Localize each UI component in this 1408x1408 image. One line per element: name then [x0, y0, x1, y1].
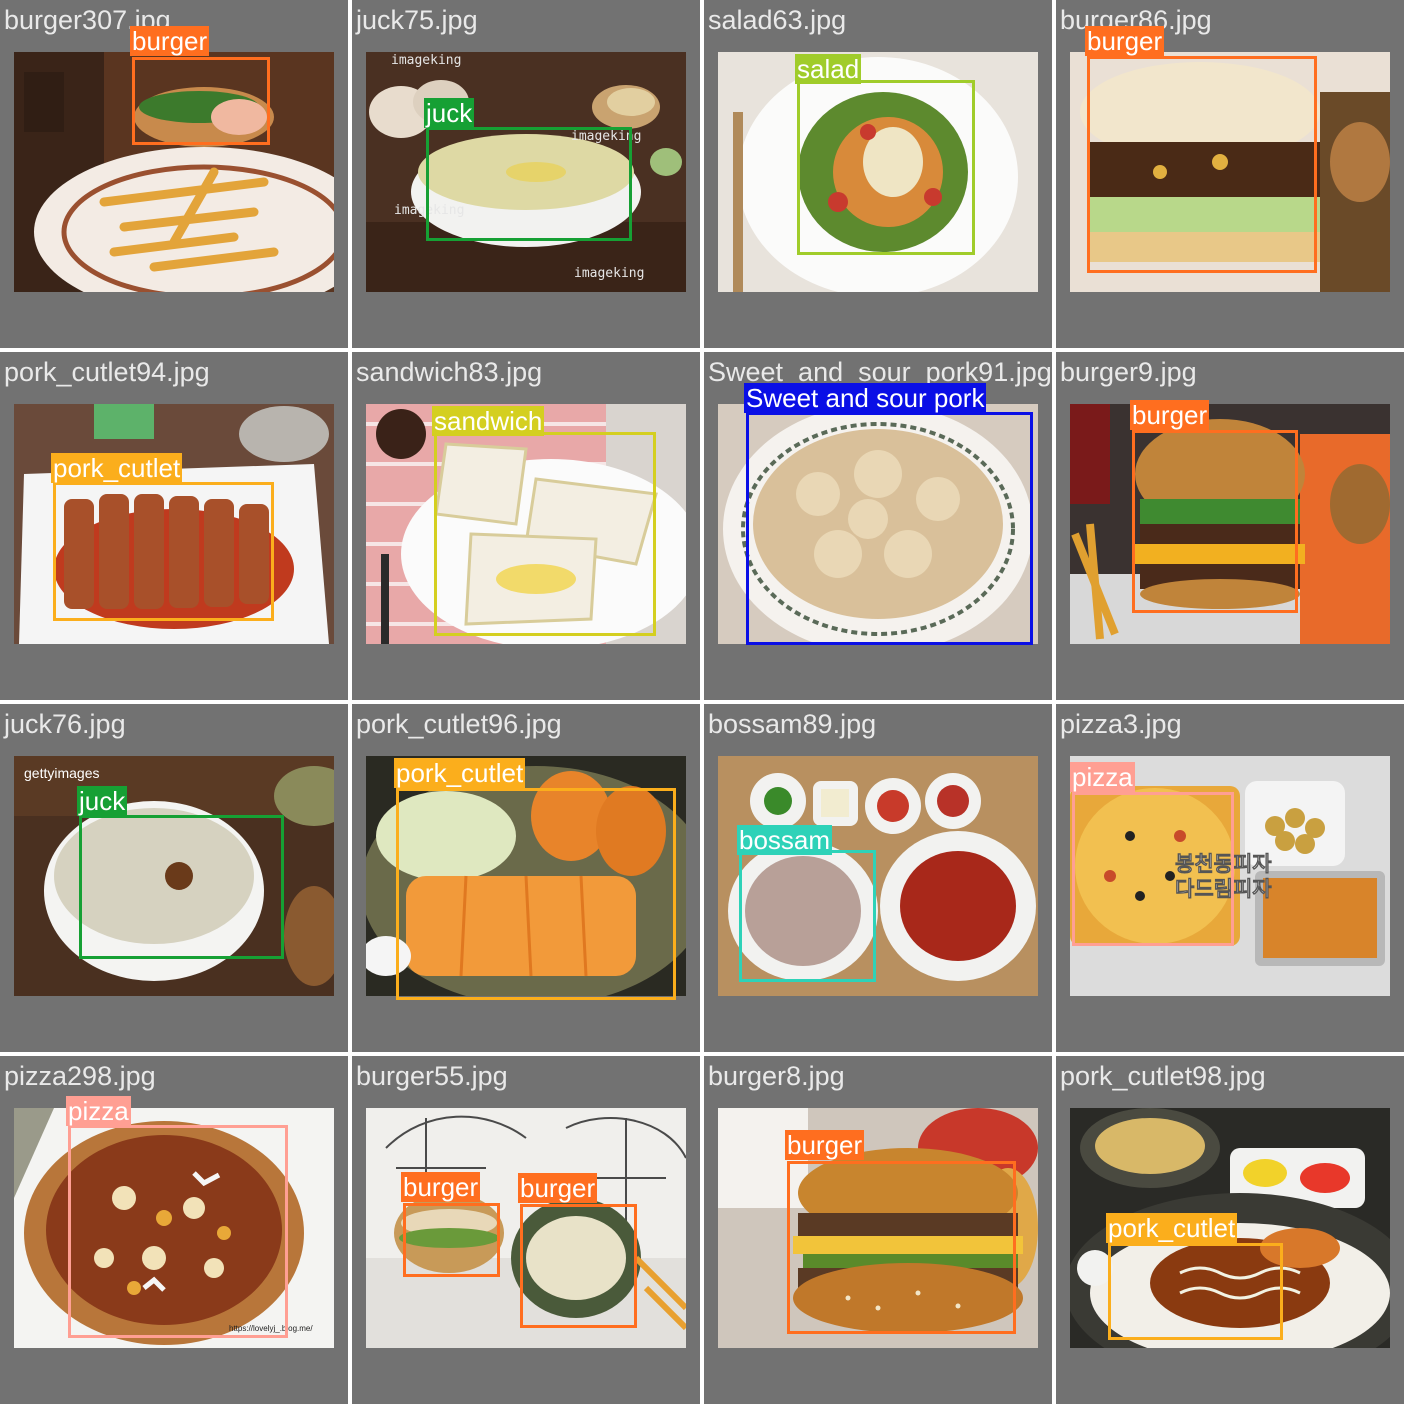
image-filename: burger55.jpg: [356, 1061, 508, 1091]
detection-box: [739, 850, 876, 982]
class-label: burger: [1085, 26, 1165, 56]
class-label: Sweet and sour pork: [744, 383, 987, 413]
grid-tile: bossam89.jpg bossam: [704, 704, 1052, 1052]
class-label: bossam: [737, 825, 833, 855]
detection-box: [1108, 1243, 1283, 1340]
detection-box: [520, 1204, 637, 1328]
image-filename: pizza298.jpg: [4, 1061, 156, 1091]
class-label: burger: [130, 26, 210, 56]
grid-tile: burger86.jpg burger: [1056, 0, 1404, 348]
grid-tile: juck76.jpg gettyimages juck: [0, 704, 348, 1052]
image-filename: pizza3.jpg: [1060, 709, 1182, 739]
image-filename: juck76.jpg: [4, 709, 126, 739]
grid-tile: salad63.jpg salad: [704, 0, 1052, 348]
image-filename: burger9.jpg: [1060, 357, 1197, 387]
detection-box: [53, 482, 274, 621]
image-filename: bossam89.jpg: [708, 709, 877, 739]
detection-box: [403, 1203, 500, 1277]
detection-box: [797, 80, 975, 255]
grid-tile: burger55.jpg burger burger: [352, 1056, 700, 1404]
class-label: burger: [785, 1130, 865, 1160]
grid-tile: juck75.jpg imageking imageking imageking…: [352, 0, 700, 348]
image-filename: burger8.jpg: [708, 1061, 845, 1091]
class-label: pizza: [66, 1096, 131, 1126]
grid-tile: burger9.jpg burger: [1056, 352, 1404, 700]
detection-box: [132, 57, 270, 145]
detection-box: [1072, 792, 1234, 946]
class-label: salad: [795, 54, 862, 84]
grid-tile: pork_cutlet96.jpg pork_cutlet: [352, 704, 700, 1052]
detection-box: [79, 815, 284, 959]
image-filename: pork_cutlet98.jpg: [1060, 1061, 1266, 1091]
grid-tile: Sweet_and_sour_pork91.jpg Sweet and sour…: [704, 352, 1052, 700]
grid-tile: burger8.jpg burger: [704, 1056, 1052, 1404]
grid-tile: sandwich83.jpg sandwich: [352, 352, 700, 700]
image-filename: juck75.jpg: [356, 5, 478, 35]
class-label: burger: [518, 1173, 598, 1203]
grid-tile: pork_cutlet94.jpg pork_cutlet: [0, 352, 348, 700]
class-label: burger: [1130, 400, 1210, 430]
grid-tile: burger307.jpg burger: [0, 0, 348, 348]
detection-box: [396, 788, 676, 1000]
grid-tile: pizza298.jpg https://lovelyj_.blog.me/ p…: [0, 1056, 348, 1404]
watermark-text: gettyimages: [24, 765, 99, 781]
class-label: pork_cutlet: [1106, 1213, 1238, 1243]
detection-box: [1132, 430, 1298, 613]
class-label: juck: [77, 786, 128, 816]
detection-box: [68, 1125, 288, 1338]
image-filename: pork_cutlet94.jpg: [4, 357, 210, 387]
image-filename: pork_cutlet96.jpg: [356, 709, 562, 739]
watermark-text: imageking: [574, 266, 644, 281]
grid-tile: pork_cutlet98.jpg pork_cutlet: [1056, 1056, 1404, 1404]
detection-box: [426, 127, 632, 241]
detection-box: [434, 432, 656, 636]
class-label: pork_cutlet: [51, 453, 183, 483]
detection-box: [746, 412, 1033, 645]
class-label: sandwich: [432, 406, 545, 436]
image-filename: sandwich83.jpg: [356, 357, 543, 387]
detection-box: [787, 1161, 1016, 1334]
class-label: pork_cutlet: [394, 758, 526, 788]
class-label: burger: [401, 1172, 481, 1202]
grid-tile: pizza3.jpg 봉천동피자 다드림피자 pizza: [1056, 704, 1404, 1052]
class-label: pizza: [1070, 762, 1135, 792]
watermark-text: imageking: [391, 53, 461, 68]
class-label: juck: [424, 98, 475, 128]
detection-box: [1087, 56, 1317, 273]
image-filename: salad63.jpg: [708, 5, 847, 35]
